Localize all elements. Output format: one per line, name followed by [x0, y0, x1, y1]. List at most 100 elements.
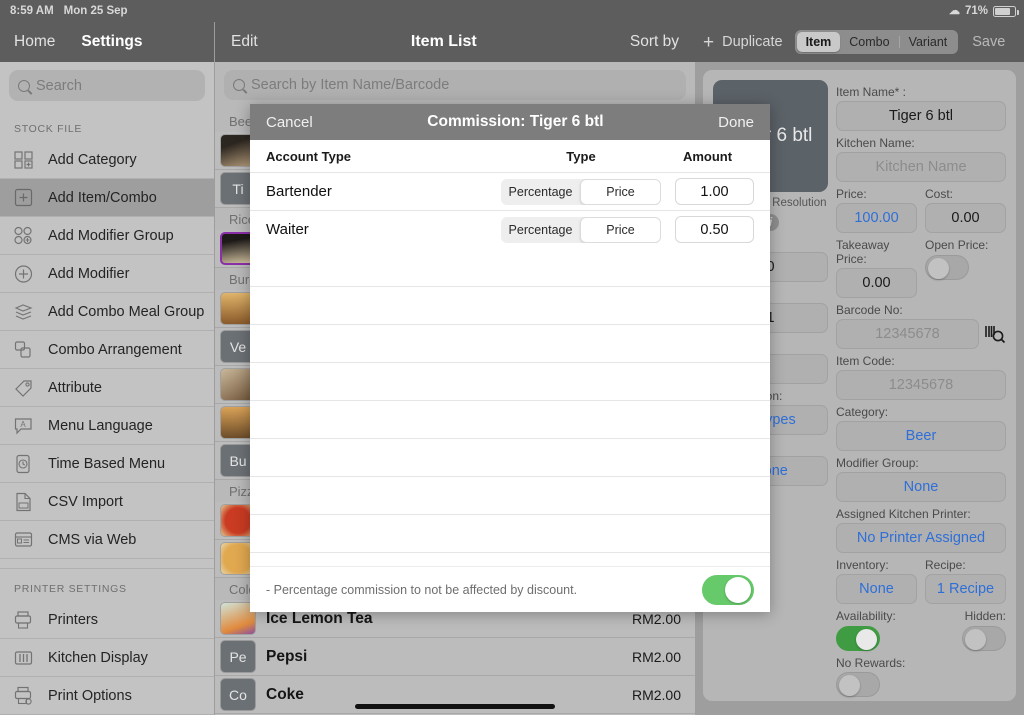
sidebar-item-combo-arrangement[interactable]: Combo Arrangement	[0, 331, 214, 369]
right-toolbar: + Duplicate Item Combo Variant Save	[695, 22, 1024, 62]
inventory-field[interactable]: None	[836, 574, 917, 604]
sidebar-item-attribute[interactable]: Attribute	[0, 369, 214, 407]
form-right-column: Item Name* : Tiger 6 btl Kitchen Name: K…	[836, 80, 1006, 697]
availability-hidden-row: Availability: Hidden:	[836, 604, 1006, 651]
recipe-label: Recipe:	[925, 558, 966, 572]
barcode-scan-icon[interactable]	[984, 323, 1006, 345]
item-search-placeholder: Search by Item Name/Barcode	[251, 77, 450, 93]
tab-combo[interactable]: Combo	[840, 32, 898, 52]
amount-input[interactable]: 1.00	[675, 178, 754, 205]
type-option-price[interactable]: Price	[580, 178, 661, 205]
sidebar-item-csv-import[interactable]: CSV Import	[0, 483, 214, 521]
commission-type-segmented-control[interactable]: Percentage Price	[501, 178, 661, 205]
sidebar-item-add-modifier[interactable]: Add Modifier	[0, 255, 214, 293]
price-field[interactable]: 100.00	[836, 203, 917, 233]
assigned-printer-label: Assigned Kitchen Printer:	[836, 507, 971, 521]
hidden-toggle[interactable]	[962, 626, 1006, 651]
center-navbar: Edit Item List Sort by	[215, 22, 695, 62]
table-row[interactable]: Bartender Percentage Price 1.00	[250, 172, 770, 210]
account-type-name: Bartender	[266, 183, 332, 200]
barcode-field[interactable]: 12345678	[836, 319, 979, 349]
takeaway-price-label: Takeaway Price:	[836, 238, 890, 266]
sidebar-item-cms-via-web[interactable]: CMS via Web	[0, 521, 214, 559]
status-time: 8:59 AM	[10, 5, 54, 17]
nav-settings[interactable]: Settings	[81, 33, 142, 51]
csv-file-icon	[13, 492, 35, 512]
item-name-field[interactable]: Tiger 6 btl	[836, 101, 1006, 131]
search-icon	[233, 79, 245, 91]
sidebar-item-add-item-combo[interactable]: Add Item/Combo	[0, 179, 214, 217]
sidebar-divider	[0, 559, 214, 569]
no-rewards-toggle[interactable]	[836, 672, 880, 697]
type-option-price[interactable]: Price	[580, 216, 661, 243]
modal-footer: - Percentage commission to not be affect…	[250, 566, 770, 612]
edit-button[interactable]: Edit	[231, 33, 258, 51]
save-button[interactable]: Save	[972, 34, 1005, 50]
sidebar-item-label: Menu Language	[48, 417, 153, 434]
takeaway-price-field[interactable]: 0.00	[836, 268, 917, 298]
sidebar-item-add-combo-meal-group[interactable]: Add Combo Meal Group	[0, 293, 214, 331]
sidebar-item-label: Add Category	[48, 151, 137, 168]
table-row-empty	[250, 248, 770, 286]
sidebar-item-time-based-menu[interactable]: Time Based Menu	[0, 445, 214, 483]
sidebar-item-label: Combo Arrangement	[48, 341, 182, 358]
sidebar: Home Settings Search STOCK FILE Add Cate…	[0, 22, 215, 715]
printer-icon	[13, 610, 35, 630]
type-segmented-control[interactable]: Item Combo Variant	[794, 30, 959, 54]
printer-gear-icon	[13, 686, 35, 706]
modal-header: Cancel Commission: Tiger 6 btl Done	[250, 104, 770, 140]
item-thumbnail: Pe	[220, 640, 256, 673]
sidebar-search-placeholder: Search	[36, 77, 82, 94]
open-price-label: Open Price:	[925, 238, 989, 252]
sort-by-button[interactable]: Sort by	[630, 33, 679, 51]
clock-doc-icon	[13, 454, 35, 474]
column-type: Type	[566, 148, 596, 164]
type-option-percentage[interactable]: Percentage	[501, 217, 580, 243]
assigned-printer-field[interactable]: No Printer Assigned	[836, 523, 1006, 553]
category-field[interactable]: Beer	[836, 421, 1006, 451]
thumbnail-hint-line2: Resolution	[772, 197, 827, 209]
sidebar-item-add-modifier-group[interactable]: Add Modifier Group	[0, 217, 214, 255]
square-plus-icon	[13, 188, 35, 208]
cancel-button[interactable]: Cancel	[266, 114, 313, 131]
sidebar-item-kitchen-display[interactable]: Kitchen Display	[0, 639, 214, 677]
item-search-input[interactable]: Search by Item Name/Barcode	[224, 70, 686, 100]
sidebar-item-add-category[interactable]: Add Category	[0, 141, 214, 179]
table-row-empty	[250, 476, 770, 514]
barcode-row: 12345678	[836, 319, 1006, 349]
sidebar-item-print-options[interactable]: Print Options	[0, 677, 214, 715]
open-price-toggle[interactable]	[925, 255, 969, 280]
modifier-group-field[interactable]: None	[836, 472, 1006, 502]
table-row-empty	[250, 400, 770, 438]
recipe-field[interactable]: 1 Recipe	[925, 574, 1006, 604]
item-code-field[interactable]: 12345678	[836, 370, 1006, 400]
discount-exempt-toggle[interactable]	[702, 574, 754, 605]
column-amount: Amount	[682, 148, 733, 164]
table-row[interactable]: Waiter Percentage Price 0.50	[250, 210, 770, 248]
duplicate-button[interactable]: Duplicate	[722, 34, 782, 50]
modifier-group-label: Modifier Group:	[836, 456, 919, 470]
cost-field[interactable]: 0.00	[925, 203, 1006, 233]
commission-type-segmented-control[interactable]: Percentage Price	[501, 216, 661, 243]
circle-plus-icon	[13, 264, 35, 284]
account-type-name: Waiter	[266, 221, 309, 238]
nav-home[interactable]: Home	[14, 33, 55, 51]
tab-variant[interactable]: Variant	[900, 32, 957, 52]
list-item[interactable]: Pe Pepsi RM2.00	[215, 638, 695, 676]
type-option-percentage[interactable]: Percentage	[501, 179, 580, 205]
home-indicator	[355, 704, 555, 709]
amount-input[interactable]: 0.50	[675, 216, 754, 243]
kitchen-name-label: Kitchen Name:	[836, 136, 915, 150]
layers-icon	[13, 340, 35, 360]
browser-icon	[13, 530, 35, 550]
kitchen-name-field[interactable]: Kitchen Name	[836, 152, 1006, 182]
sidebar-item-menu-language[interactable]: A Menu Language	[0, 407, 214, 445]
plus-icon[interactable]: +	[703, 33, 714, 52]
item-price: RM2.00	[631, 610, 681, 627]
tab-item[interactable]: Item	[796, 32, 841, 52]
availability-toggle[interactable]	[836, 626, 880, 651]
item-code-label: Item Code:	[836, 354, 895, 368]
sidebar-search-input[interactable]: Search	[9, 70, 205, 101]
sidebar-item-printers[interactable]: Printers	[0, 601, 214, 639]
done-button[interactable]: Done	[718, 114, 754, 131]
